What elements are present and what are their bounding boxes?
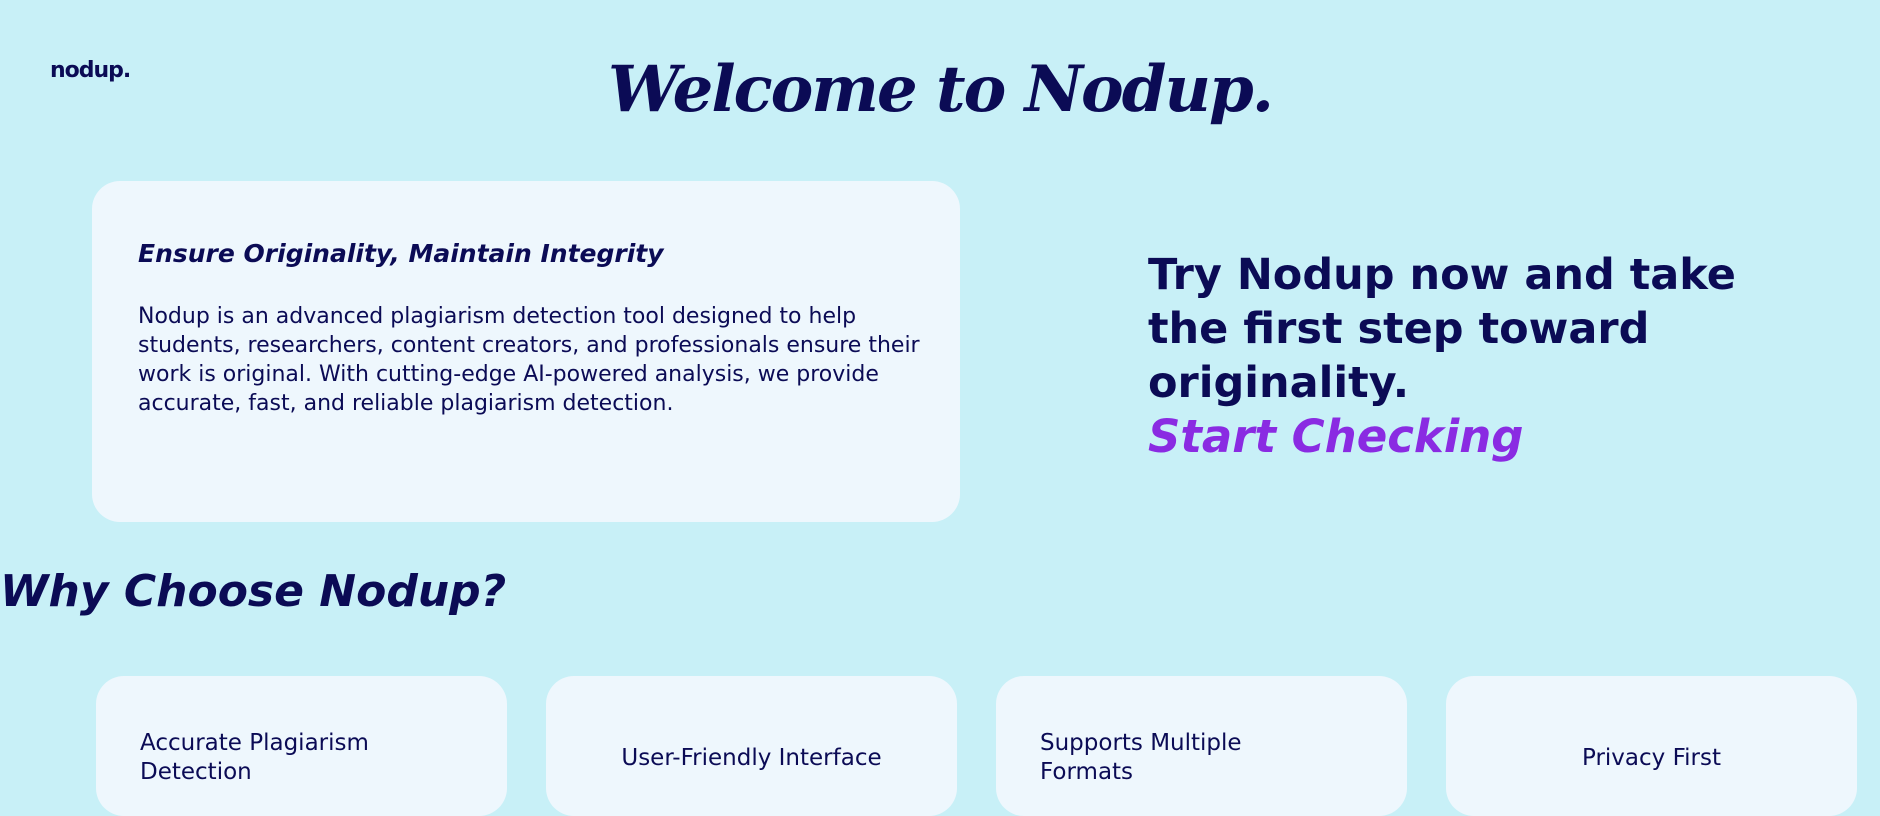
feature-title: Privacy First — [1582, 745, 1721, 771]
feature-card-user-friendly: User-Friendly Interface — [546, 676, 957, 816]
intro-heading: Ensure Originality, Maintain Integrity — [138, 239, 664, 268]
feature-title: User-Friendly Interface — [621, 745, 882, 771]
intro-card: Ensure Originality, Maintain Integrity N… — [92, 181, 960, 522]
page-title: Welcome to Nodup. — [607, 52, 1274, 127]
feature-title: Supports Multiple Formats — [1040, 730, 1242, 785]
feature-title: Accurate Plagiarism Detection — [140, 730, 369, 785]
why-choose-heading: Why Choose Nodup? — [0, 566, 507, 617]
cta-text: Try Nodup now and take the first step to… — [1148, 250, 1736, 408]
feature-card-privacy-first: Privacy First — [1446, 676, 1857, 816]
start-checking-link[interactable]: Start Checking — [1148, 410, 1524, 464]
feature-card-multiple-formats: Supports Multiple Formats — [996, 676, 1407, 816]
intro-description: Nodup is an advanced plagiarism detectio… — [138, 304, 920, 416]
feature-card-accurate-detection: Accurate Plagiarism Detection — [96, 676, 507, 816]
cta-block: Try Nodup now and take the first step to… — [1148, 248, 1768, 464]
